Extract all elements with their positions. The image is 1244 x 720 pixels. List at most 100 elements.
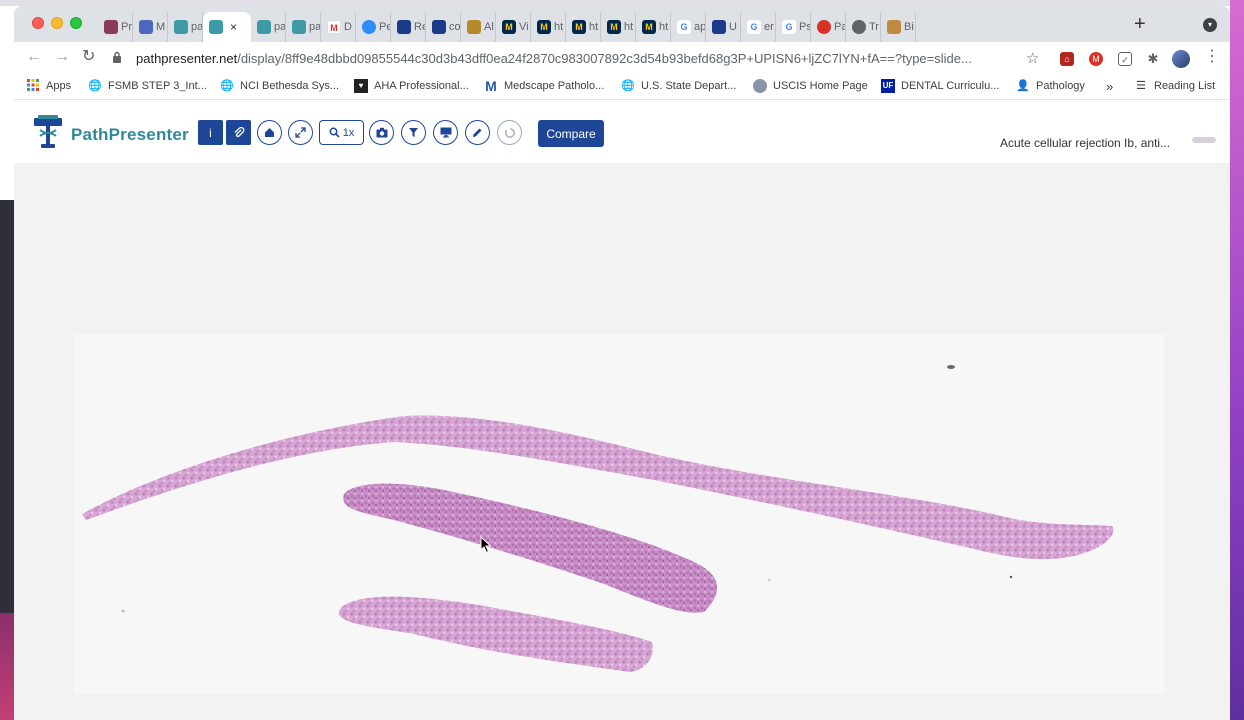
reload-icon[interactable]: ↻ <box>82 48 95 66</box>
desktop-wallpaper-right <box>1230 0 1244 720</box>
google-favicon-icon: G <box>782 20 796 34</box>
browser-tab[interactable]: Mht <box>566 12 601 42</box>
person-icon: 👤 <box>1016 80 1030 92</box>
tab-search-icon[interactable]: ▾ <box>1203 18 1217 32</box>
browser-tab[interactable]: M Vi <box>496 12 531 42</box>
desktop-wallpaper-left <box>0 613 14 720</box>
browser-tab[interactable]: pa <box>168 12 203 42</box>
desktop-background-left <box>0 200 14 613</box>
back-arrow-icon[interactable]: ← <box>26 48 42 66</box>
browser-tab[interactable]: Pa <box>811 12 846 42</box>
browser-tab[interactable]: Tr <box>846 12 881 42</box>
tissue-section-image <box>82 365 1114 672</box>
debris-speck <box>1009 575 1013 579</box>
snapshot-button[interactable] <box>369 120 394 145</box>
info-button[interactable]: i <box>198 120 223 145</box>
minimize-window-button[interactable] <box>51 17 63 29</box>
slide-viewer[interactable] <box>14 164 1230 720</box>
close-window-button[interactable] <box>32 17 44 29</box>
info-icon: i <box>209 125 212 140</box>
slide-thumbnail[interactable] <box>1192 137 1216 143</box>
bookmark-nci[interactable]: 🌐 NCI Bethesda Sys... <box>220 79 339 93</box>
extensions-puzzle-icon[interactable]: ✱ <box>1146 52 1160 66</box>
bookmarks-overflow-icon[interactable]: » <box>1106 79 1113 94</box>
case-title: Acute cellular rejection Ib, anti... <box>1000 136 1171 150</box>
browser-tab[interactable]: Mht <box>531 12 566 42</box>
fullscreen-window-button[interactable] <box>70 17 82 29</box>
journal-favicon-icon <box>432 20 446 34</box>
browser-tab[interactable]: G Ps <box>776 12 811 42</box>
bookmark-medscape[interactable]: M Medscape Patholo... <box>484 79 604 93</box>
url-text: pathpresenter.net/display/8ff9e48dbbd098… <box>136 51 972 66</box>
browser-tab-active[interactable]: × <box>203 12 251 42</box>
new-tab-button[interactable]: + <box>1134 14 1146 34</box>
home-button[interactable] <box>257 120 282 145</box>
bookmark-apps[interactable]: Apps <box>26 79 71 93</box>
tab-list: Pr M pa × pa pa MD Pe Re co Al MVi Mht M… <box>98 12 916 42</box>
medscape-icon: M <box>485 78 497 94</box>
bookmark-state-dept[interactable]: 🌐 U.S. State Depart... <box>621 79 736 93</box>
michigan-favicon-icon: M <box>537 20 551 34</box>
mendeley-extension-icon[interactable]: M <box>1089 52 1103 66</box>
browser-tab[interactable]: Al <box>461 12 496 42</box>
app-logo-text: PathPresenter <box>71 125 189 144</box>
presentation-button[interactable] <box>433 120 458 145</box>
browser-tab[interactable]: Bi <box>881 12 916 42</box>
attachments-button[interactable] <box>226 120 251 145</box>
browser-tab[interactable]: Mht <box>601 12 636 42</box>
tab-strip: Pr M pa × pa pa MD Pe Re co Al MVi Mht M… <box>14 6 1230 42</box>
bookmark-star-icon[interactable]: ☆ <box>1026 49 1039 67</box>
browser-menu-icon[interactable]: ⋮ <box>1204 49 1220 65</box>
bookmark-dental[interactable]: UF DENTAL Curriculu... <box>881 79 999 93</box>
pathpresenter-favicon-icon <box>292 20 306 34</box>
filter-button[interactable] <box>401 120 426 145</box>
teams-favicon-icon <box>139 20 153 34</box>
acrobat-extension-icon[interactable]: ⌂ <box>1060 52 1074 66</box>
fullscreen-button[interactable] <box>288 120 313 145</box>
browser-tab[interactable]: pa <box>286 12 321 42</box>
browser-tab[interactable]: Ger <box>741 12 776 42</box>
browser-toolbar: ← → ↻ pathpresenter.net/display/8ff9e48d… <box>14 42 1230 74</box>
bookmark-aha[interactable]: ♥ AHA Professional... <box>354 79 469 93</box>
tissue-core-middle <box>343 483 718 613</box>
zoom-level-button[interactable]: 1x <box>319 120 364 145</box>
bookmark-fsmb[interactable]: 🌐 FSMB STEP 3_Int... <box>88 79 207 93</box>
close-tab-icon[interactable]: × <box>230 20 237 34</box>
annotate-button[interactable] <box>465 120 490 145</box>
michigan-favicon-icon: M <box>607 20 621 34</box>
address-bar[interactable]: pathpresenter.net/display/8ff9e48dbbd098… <box>112 46 1048 70</box>
zoom-level-text: 1x <box>342 126 355 139</box>
reading-list[interactable]: ☰ Reading List <box>1134 79 1215 93</box>
apps-grid-icon <box>26 79 40 93</box>
mouse-cursor-icon <box>480 536 492 554</box>
debris-speck <box>947 365 955 369</box>
browser-tab[interactable]: Pe <box>356 12 391 42</box>
browser-tab[interactable]: Re <box>391 12 426 42</box>
uf-icon: UF <box>881 79 895 93</box>
image-favicon-icon <box>104 20 118 34</box>
bookmark-uscis[interactable]: USCIS Home Page <box>753 79 868 93</box>
profile-avatar[interactable] <box>1172 50 1190 68</box>
google-favicon-icon: G <box>677 20 691 34</box>
bookmarks-bar: Apps 🌐 FSMB STEP 3_Int... 🌐 NCI Bethesda S… <box>14 74 1230 100</box>
globe-icon: 🌐 <box>88 80 102 92</box>
compare-button[interactable]: Compare <box>538 120 604 147</box>
michigan-favicon-icon: M <box>572 20 586 34</box>
shield-extension-icon[interactable]: ✓ <box>1118 52 1132 66</box>
browser-tab[interactable]: U <box>706 12 741 42</box>
browser-tab[interactable]: Gap <box>671 12 706 42</box>
browser-tab[interactable]: Pr <box>98 12 133 42</box>
browser-tab[interactable]: M <box>133 12 168 42</box>
browser-tab[interactable]: Mht <box>636 12 671 42</box>
gmail-favicon-icon: M <box>327 20 341 34</box>
browser-tab[interactable]: co <box>426 12 461 42</box>
browser-tab[interactable]: pa <box>251 12 286 42</box>
browser-tab[interactable]: MD <box>321 12 356 42</box>
aha-icon: ♥ <box>354 79 368 93</box>
forward-arrow-icon[interactable]: → <box>54 48 70 66</box>
lasso-button[interactable] <box>497 120 522 145</box>
michigan-favicon-icon: M <box>642 20 656 34</box>
settings-favicon-icon <box>817 20 831 34</box>
camera-icon <box>376 127 387 138</box>
bookmark-pathology[interactable]: 👤 Pathology <box>1016 79 1085 93</box>
